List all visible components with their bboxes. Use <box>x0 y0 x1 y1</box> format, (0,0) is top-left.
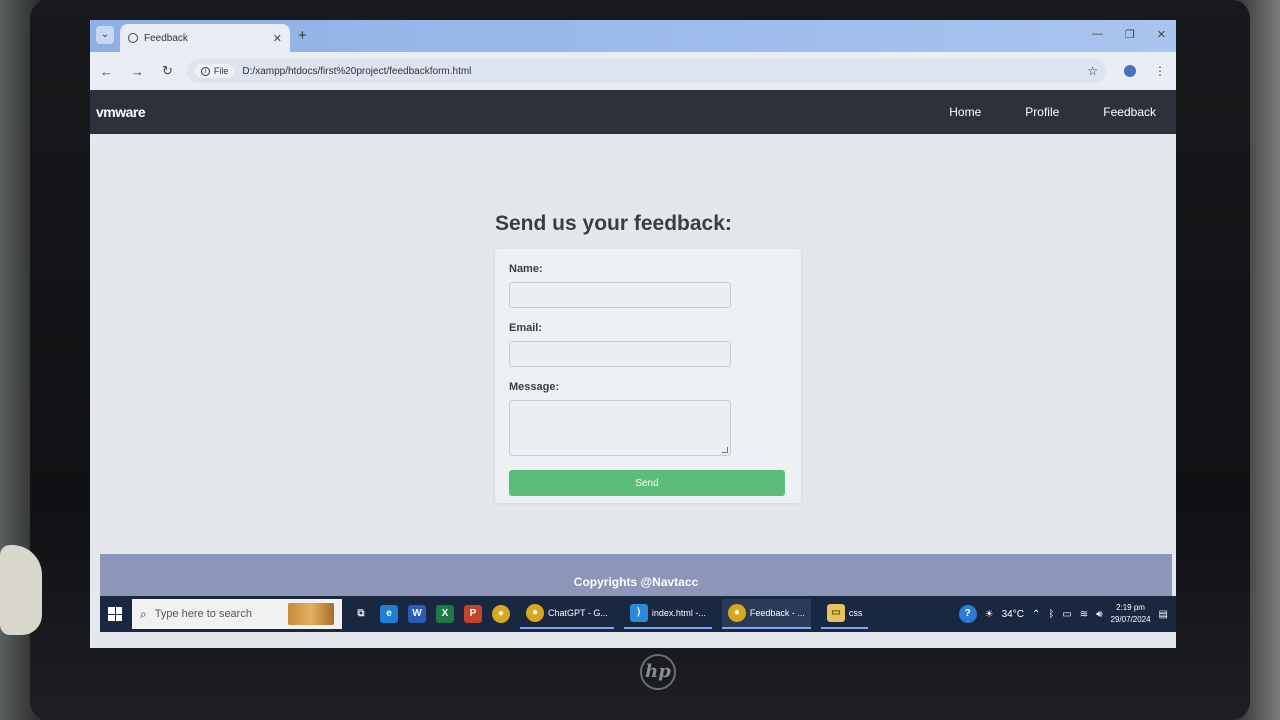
browser-tab-bar: ⌄ Feedback ✕ + — ❐ ✕ <box>90 20 1176 52</box>
taskbar-app-feedback[interactable]: ● Feedback - ... <box>721 599 811 629</box>
page-title: Send us your feedback: <box>495 212 732 235</box>
globe-icon <box>128 33 138 43</box>
chevron-up-icon[interactable]: ⌃ <box>1032 609 1040 620</box>
minimize-button[interactable]: — <box>1092 28 1103 41</box>
nav-link-feedback[interactable]: Feedback <box>1081 105 1156 119</box>
search-highlight-image <box>288 603 334 625</box>
search-icon: ⌕ <box>140 606 147 621</box>
help-icon[interactable]: ? <box>958 605 977 623</box>
word-icon[interactable]: W <box>408 605 426 623</box>
new-tab-button[interactable]: + <box>298 27 307 44</box>
taskbar-app-label: ChatGPT - G... <box>548 608 608 618</box>
file-chip-label: File <box>213 66 229 76</box>
weather-icon[interactable]: ☀ <box>985 609 994 620</box>
email-field[interactable] <box>509 341 731 367</box>
name-field[interactable] <box>509 282 731 308</box>
tab-search-button[interactable]: ⌄ <box>96 26 114 44</box>
taskbar-search[interactable]: ⌕ Type here to search <box>132 599 342 629</box>
hp-logo-icon: hp <box>640 654 676 690</box>
back-arrow-icon[interactable]: ← <box>100 64 113 79</box>
chrome-icon[interactable]: ● <box>492 605 510 623</box>
message-textarea[interactable] <box>509 400 731 456</box>
main-content: Send us your feedback: Name: Email: Mess… <box>90 134 1176 554</box>
browser-menu-icon[interactable]: ⋮ <box>1154 64 1166 78</box>
volume-icon[interactable]: 🔊︎ <box>1096 609 1102 620</box>
email-label: Email: <box>509 322 543 334</box>
bluetooth-icon[interactable]: ᛒ <box>1048 609 1054 620</box>
taskbar-app-label: index.html -... <box>651 608 706 618</box>
feedback-form: Name: Email: Message: Send <box>495 249 801 503</box>
windows-taskbar: ⌕ Type here to search ⧉ e W X P ● ● Chat… <box>100 596 1176 632</box>
reload-icon[interactable]: ↻ <box>162 63 173 79</box>
send-button[interactable]: Send <box>509 470 785 496</box>
nav-links: Home Profile Feedback <box>927 105 1156 119</box>
taskbar-app-label: Feedback - ... <box>749 608 805 618</box>
vmware-logo[interactable]: vmware <box>96 104 146 120</box>
taskbar-clock[interactable]: 2:19 pm 29/07/2024 <box>1111 602 1151 626</box>
close-tab-icon[interactable]: ✕ <box>273 32 282 45</box>
clock-time: 2:19 pm <box>1116 603 1145 612</box>
weather-temp[interactable]: 34°C <box>1002 609 1024 620</box>
site-navbar: vmware Home Profile Feedback <box>90 90 1176 134</box>
message-label: Message: <box>509 381 560 393</box>
chrome-icon: ● <box>526 604 544 622</box>
powerpoint-icon[interactable]: P <box>464 605 482 623</box>
close-window-button[interactable]: ✕ <box>1157 28 1166 41</box>
chrome-icon: ● <box>727 604 746 622</box>
laptop-screen: ⌄ Feedback ✕ + — ❐ ✕ ← → ↻ i File D:/xam… <box>90 20 1176 648</box>
tab-title: Feedback <box>144 32 188 44</box>
taskbar-app-chatgpt[interactable]: ● ChatGPT - G... <box>520 599 614 629</box>
footer-copyright: Copyrights @Navtacc <box>573 575 699 589</box>
windows-start-icon[interactable] <box>108 607 122 621</box>
taskbar-app-vscode[interactable]: ⟩ index.html -... <box>623 599 712 629</box>
vscode-icon: ⟩ <box>629 604 648 622</box>
restore-button[interactable]: ❐ <box>1125 28 1135 41</box>
task-view-icon[interactable]: ⧉ <box>352 605 370 623</box>
profile-avatar-icon[interactable] <box>1124 65 1136 77</box>
site-info-chip[interactable]: i File <box>194 64 235 78</box>
url-text[interactable]: D:/xampp/htdocs/first%20project/feedback… <box>242 66 471 77</box>
taskbar-search-placeholder: Type here to search <box>154 608 252 620</box>
taskbar-app-label: css <box>848 608 863 618</box>
wifi-icon[interactable]: ≋ <box>1080 609 1088 620</box>
crumpled-paper <box>0 545 42 635</box>
system-tray: ? ☀ 34°C ⌃ ᛒ ▭ ≋ 🔊︎ 2:19 pm 29/07/2024 ▤ <box>958 602 1168 626</box>
browser-tab-feedback[interactable]: Feedback ✕ <box>120 24 290 52</box>
excel-icon[interactable]: X <box>436 605 454 623</box>
window-controls: — ❐ ✕ <box>1092 28 1166 41</box>
clock-date: 29/07/2024 <box>1110 615 1151 624</box>
nav-link-profile[interactable]: Profile <box>1003 105 1081 119</box>
edge-icon[interactable]: e <box>380 605 398 623</box>
bookmark-star-icon[interactable]: ☆ <box>1087 64 1098 78</box>
forward-arrow-icon[interactable]: → <box>131 64 144 79</box>
folder-icon: ▭ <box>826 604 845 622</box>
info-icon: i <box>200 66 210 76</box>
web-page: vmware Home Profile Feedback Send us you… <box>90 90 1176 648</box>
name-label: Name: <box>509 263 543 275</box>
taskbar-app-css-folder[interactable]: ▭ css <box>820 599 869 629</box>
address-bar[interactable]: i File D:/xampp/htdocs/first%20project/f… <box>186 59 1106 83</box>
notification-icon[interactable]: ▤ <box>1159 609 1168 620</box>
battery-icon[interactable]: ▭ <box>1062 609 1071 620</box>
browser-toolbar: ← → ↻ i File D:/xampp/htdocs/first%20pro… <box>90 52 1176 90</box>
nav-link-home[interactable]: Home <box>927 105 1003 119</box>
